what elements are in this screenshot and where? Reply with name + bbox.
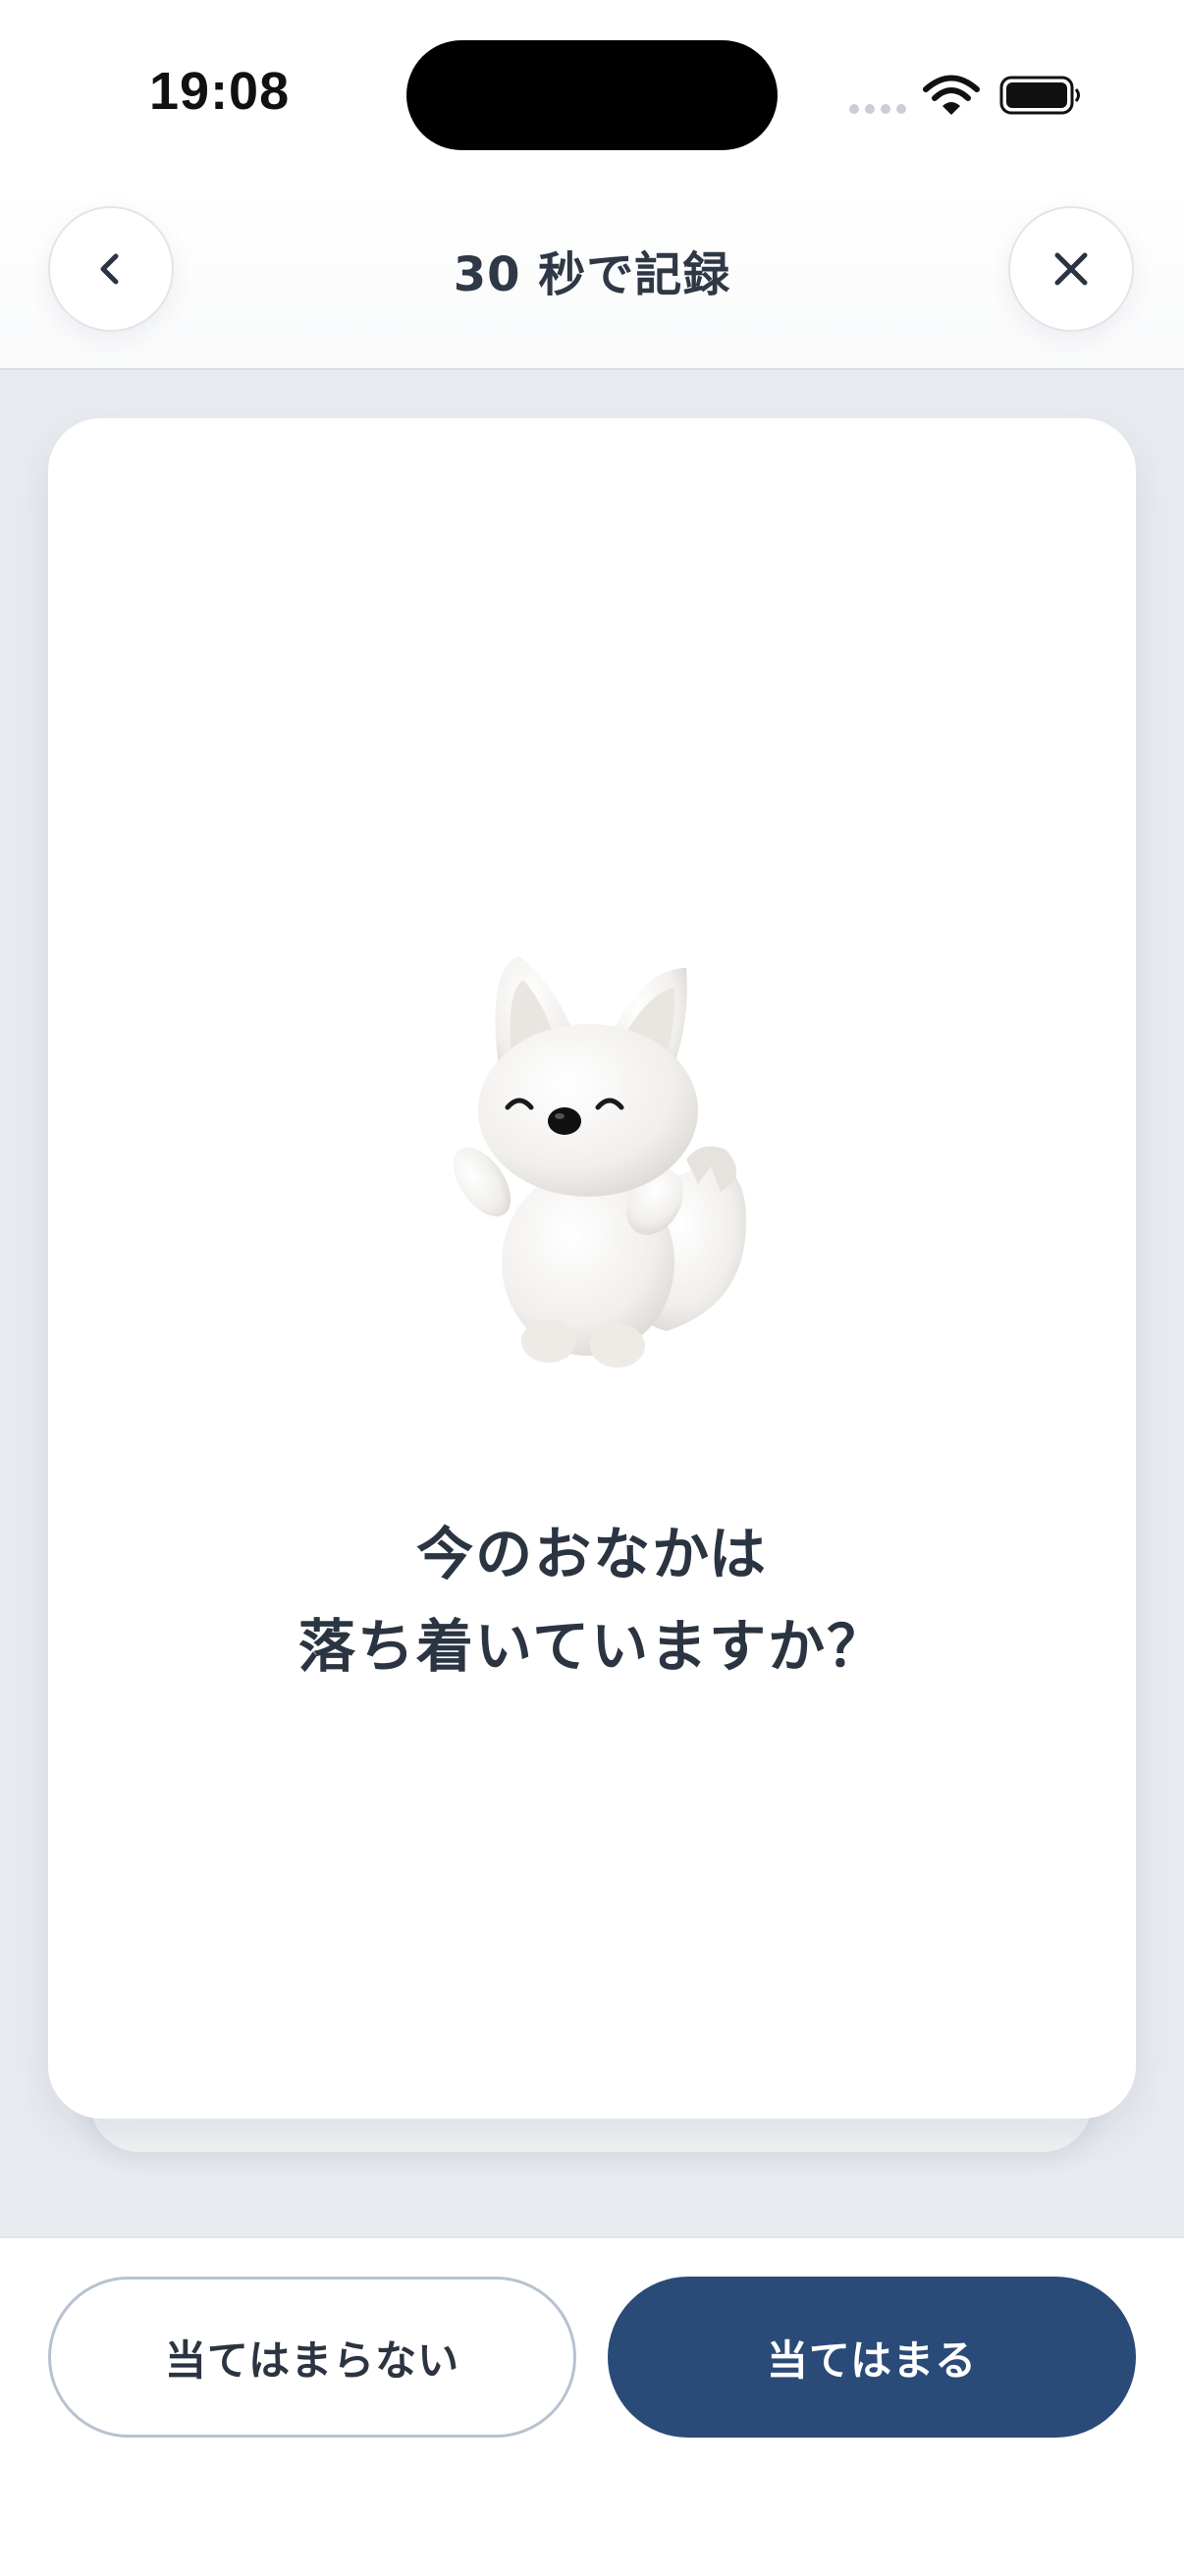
applies-button[interactable]: 当てはまる (608, 2277, 1136, 2438)
wifi-icon (923, 75, 980, 115)
does-not-apply-button[interactable]: 当てはまらない (48, 2277, 576, 2438)
page-title: 30 秒で記録 (453, 247, 731, 302)
status-time: 19:08 (149, 62, 291, 121)
close-button[interactable] (1008, 206, 1134, 332)
question-text: 今のおなかは 落ち着いていますか？ (48, 1508, 1136, 1692)
answer-footer: 当てはまらない 当てはまる (0, 2236, 1184, 2576)
question-card[interactable]: 今のおなかは 落ち着いていますか？ (48, 418, 1136, 2119)
question-line-1: 今のおなかは (416, 1521, 768, 1587)
close-icon (1054, 252, 1088, 286)
fox-mascot-image (453, 956, 746, 1368)
battery-icon (999, 76, 1080, 115)
dynamic-island (406, 40, 778, 150)
cellular-signal-icon (849, 104, 906, 114)
status-bar: 19:08 (0, 0, 1184, 187)
question-line-2: 落ち着いていますか？ (297, 1613, 887, 1680)
header: 30 秒で記録 (0, 187, 1184, 370)
